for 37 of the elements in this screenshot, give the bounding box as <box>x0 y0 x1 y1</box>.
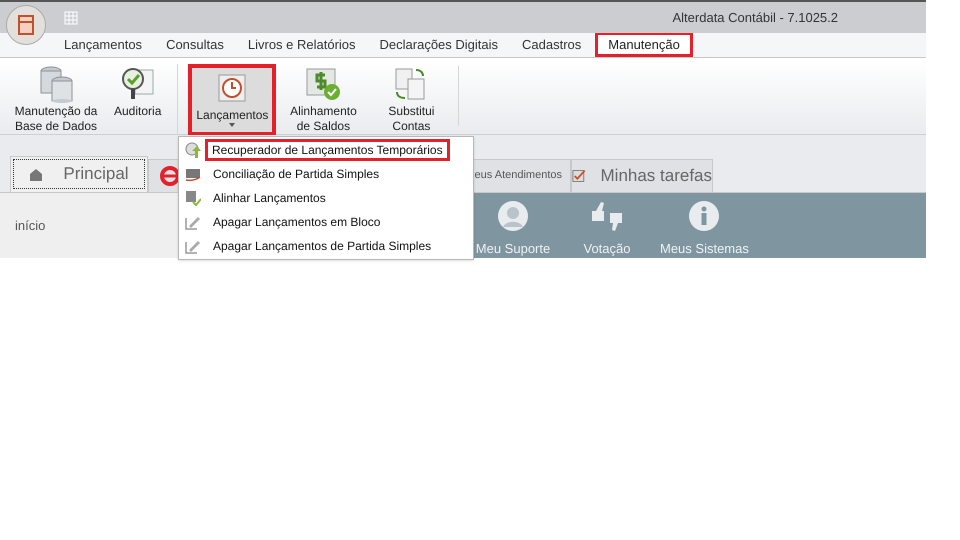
ribbon-button[interactable]: Substitui Contas <box>370 64 452 136</box>
database-icon <box>39 65 73 103</box>
menu-tab[interactable]: Cadastros <box>510 32 594 57</box>
e-logo-icon <box>159 164 181 186</box>
checkbox-icon <box>572 168 586 184</box>
ribbon-label: Auditoria <box>114 104 162 119</box>
info-icon <box>689 200 720 230</box>
list-check-icon <box>185 190 201 206</box>
menu-item[interactable]: Apagar Lançamentos em Bloco <box>179 210 473 234</box>
ribbon-button[interactable]: Alinhamento de Saldos <box>282 64 364 136</box>
clock-icon <box>218 74 246 102</box>
magnifier-check-icon <box>120 66 155 102</box>
home-icon <box>29 167 44 181</box>
menu-tab[interactable]: Livros e Relatórios <box>236 32 368 57</box>
menu-tab[interactable]: Declarações Digitais <box>368 32 510 57</box>
ribbon-button[interactable]: Manutenção da Base de Dados <box>8 64 104 136</box>
menu-tab[interactable]: Consultas <box>154 32 236 57</box>
ribbon-label: Substitui Contas <box>387 104 436 134</box>
eraser-icon <box>185 238 201 254</box>
ribbon-label: Lançamentos <box>196 108 268 123</box>
menu-item[interactable]: Apagar Lançamentos de Partida Simples <box>179 234 473 258</box>
dollar-check-icon <box>305 67 342 101</box>
page-tab[interactable]: Minhas tarefas <box>571 158 713 192</box>
panel-label: início <box>15 216 46 234</box>
menu-tab[interactable]: Manutenção <box>595 32 693 57</box>
thumbs-icon <box>590 200 624 230</box>
ledger-icon <box>185 166 201 182</box>
user-icon <box>498 200 528 230</box>
page-tab[interactable]: Principal <box>10 156 148 192</box>
menu-tab[interactable]: Lançamentos <box>52 32 154 57</box>
ribbon-label: Alinhamento de Saldos <box>289 104 358 134</box>
eraser-icon <box>185 214 201 230</box>
ribbon-button[interactable]: Lançamentos <box>188 64 276 136</box>
ribbon-label: Manutenção da Base de Dados <box>14 104 98 134</box>
ribbon-button[interactable]: Auditoria <box>110 64 166 136</box>
app-orb-button[interactable] <box>6 4 46 44</box>
window-title: Alterdata Contábil - 7.1025.2 <box>672 8 838 27</box>
